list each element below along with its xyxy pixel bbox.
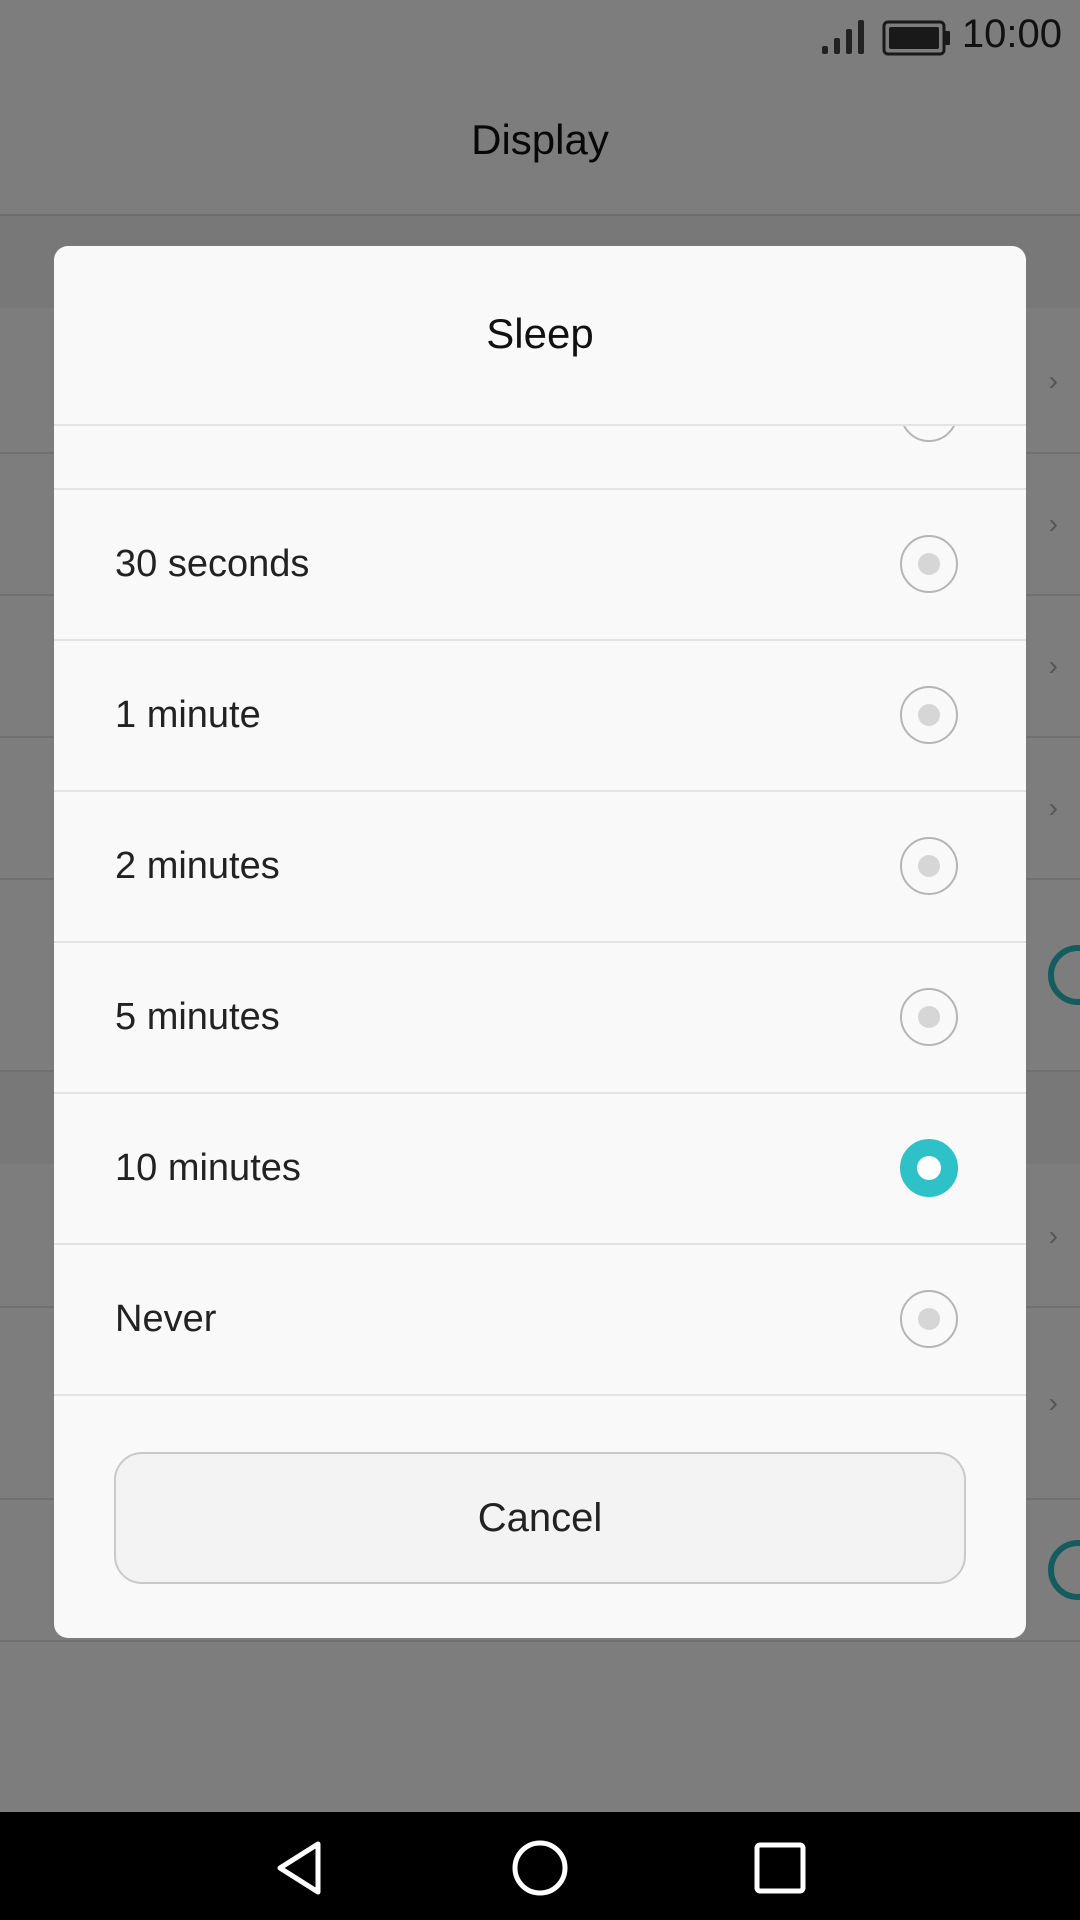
- sleep-option-2-minutes[interactable]: 2 minutes: [54, 792, 1026, 943]
- option-label: 5 minutes: [115, 996, 280, 1038]
- option-label: 10 minutes: [115, 1147, 301, 1189]
- radio-button[interactable]: [900, 535, 958, 593]
- sleep-options-list[interactable]: 15 seconds 30 seconds 1 minute 2 minutes…: [54, 426, 1026, 1396]
- option-label: 30 seconds: [115, 543, 310, 585]
- radio-button[interactable]: [900, 988, 958, 1046]
- recents-icon[interactable]: [750, 1838, 810, 1898]
- sleep-option-never[interactable]: Never: [54, 1245, 1026, 1396]
- dialog-title: Sleep: [54, 246, 1026, 426]
- radio-button[interactable]: [900, 686, 958, 744]
- option-label: 15 seconds: [115, 426, 309, 488]
- option-label: Never: [115, 1298, 217, 1340]
- option-label: 2 minutes: [115, 845, 280, 887]
- radio-button[interactable]: [900, 426, 958, 442]
- back-icon[interactable]: [270, 1838, 330, 1898]
- navigation-bar: [0, 1812, 1080, 1920]
- option-label: 1 minute: [115, 694, 261, 736]
- sleep-option-30-seconds[interactable]: 30 seconds: [54, 490, 1026, 641]
- radio-button[interactable]: [900, 1290, 958, 1348]
- home-icon[interactable]: [510, 1838, 570, 1898]
- cancel-button[interactable]: Cancel: [114, 1452, 966, 1584]
- radio-button[interactable]: [900, 837, 958, 895]
- sleep-option-10-minutes[interactable]: 10 minutes: [54, 1094, 1026, 1245]
- sleep-option-5-minutes[interactable]: 5 minutes: [54, 943, 1026, 1094]
- radio-button-selected[interactable]: [900, 1139, 958, 1197]
- sleep-option-1-minute[interactable]: 1 minute: [54, 641, 1026, 792]
- sleep-option-15-seconds[interactable]: 15 seconds: [54, 426, 1026, 490]
- sleep-dialog: Sleep 15 seconds 30 seconds 1 minute 2 m…: [54, 246, 1026, 1638]
